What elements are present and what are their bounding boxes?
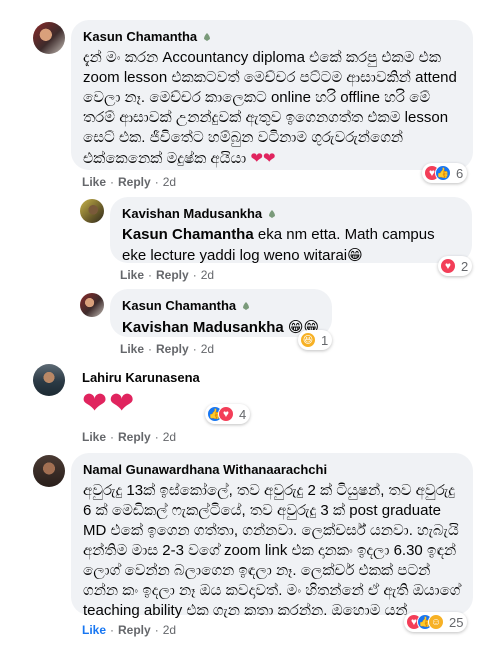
comment-text: අවුරුදු 13ක් ඉස්කෝලේ, තව අවුරුදු 2 ක් ටි… (83, 481, 461, 621)
comment-author: Kavishan Madusankha (122, 206, 278, 221)
comment-text: Kasun Chamantha eka nm etta. Math campus… (122, 225, 460, 266)
reply-button[interactable]: Reply (118, 175, 151, 189)
comment-bubble: Kasun Chamantha Kavishan Madusankha 😁😁 (110, 289, 332, 337)
reaction-summary[interactable]: 😆 1 (298, 330, 333, 350)
reaction-count: 1 (321, 332, 329, 348)
heart-emoji: ❤❤ (250, 149, 276, 167)
avatar[interactable] (80, 199, 104, 223)
comment-actions: Like · Reply · 2d (120, 268, 215, 282)
top-fan-badge-icon (243, 301, 250, 310)
timestamp[interactable]: 2d (163, 623, 176, 637)
reaction-count: 4 (239, 406, 247, 422)
like-button[interactable]: Like (120, 342, 144, 356)
reaction-count: 6 (456, 165, 464, 181)
top-fan-badge-icon (269, 209, 276, 218)
timestamp[interactable]: 2d (201, 268, 214, 282)
reaction-summary[interactable]: 👍 ♥ 4 (205, 404, 251, 424)
avatar[interactable] (33, 364, 65, 396)
reaction-summary[interactable]: ♥ 👍 ☺ 25 (404, 612, 468, 632)
like-button[interactable]: Like (82, 430, 106, 444)
comment-text: දැන් මං කරන Accountancy diploma එකේ කරපු… (83, 48, 461, 169)
comment-actions: Like · Reply · 2d (120, 342, 215, 356)
like-button[interactable]: Like (82, 623, 106, 637)
love-reaction-icon: ♥ (440, 258, 456, 274)
haha-reaction-icon: 😆 (300, 332, 316, 348)
reply-button[interactable]: Reply (156, 268, 189, 282)
mention-link[interactable]: Kavishan Madusankha (122, 319, 284, 336)
reaction-summary[interactable]: ♥ 2 (438, 256, 473, 276)
avatar[interactable] (80, 293, 104, 317)
reply-button[interactable]: Reply (156, 342, 189, 356)
reaction-summary[interactable]: ♥ 👍 6 (422, 163, 468, 183)
comment-text: Kavishan Madusankha 😁😁 (122, 317, 320, 338)
timestamp[interactable]: 2d (163, 175, 176, 189)
author-name[interactable]: Kasun Chamantha (122, 298, 236, 313)
mention-link[interactable]: Kasun Chamantha (122, 226, 254, 243)
comment-body: අවුරුදු 13ක් ඉස්කෝලේ, තව අවුරුදු 2 ක් ටි… (83, 482, 461, 619)
avatar[interactable] (33, 455, 65, 487)
avatar[interactable] (33, 22, 65, 54)
comment-bubble: Kasun Chamantha දැන් මං කරන Accountancy … (71, 20, 473, 170)
comment-author: Lahiru Karunasena (82, 370, 200, 385)
comment-actions: Like · Reply · 2d (82, 623, 177, 637)
author-name[interactable]: Lahiru Karunasena (82, 370, 200, 385)
comment-author: Namal Gunawardhana Withanaarachchi (83, 462, 327, 477)
like-button[interactable]: Like (82, 175, 106, 189)
reply-button[interactable]: Reply (118, 430, 151, 444)
comment-author: Kasun Chamantha (83, 29, 213, 44)
author-name[interactable]: Kavishan Madusankha (122, 206, 262, 221)
reply-button[interactable]: Reply (118, 623, 151, 637)
author-name[interactable]: Kasun Chamantha (83, 29, 197, 44)
grin-emoji: 😁 (347, 246, 363, 264)
comment-bubble: Kavishan Madusankha Kasun Chamantha eka … (110, 197, 472, 266)
top-fan-badge-icon (204, 32, 211, 41)
love-reaction-icon: ♥ (218, 406, 234, 422)
comment-actions: Like · Reply · 2d (82, 175, 177, 189)
timestamp[interactable]: 2d (163, 430, 176, 444)
care-reaction-icon: ☺ (428, 614, 444, 630)
like-button[interactable]: Like (120, 268, 144, 282)
comment-actions: Like · Reply · 2d (82, 430, 177, 444)
author-name[interactable]: Namal Gunawardhana Withanaarachchi (83, 462, 327, 477)
reaction-count: 2 (461, 258, 469, 274)
heart-emoji: ❤❤ (82, 386, 137, 421)
comment-author: Kasun Chamantha (122, 298, 252, 313)
like-reaction-icon: 👍 (435, 165, 451, 181)
comment-bubble: Namal Gunawardhana Withanaarachchi අවුරු… (71, 453, 473, 619)
timestamp[interactable]: 2d (201, 342, 214, 356)
reaction-count: 25 (449, 614, 464, 630)
